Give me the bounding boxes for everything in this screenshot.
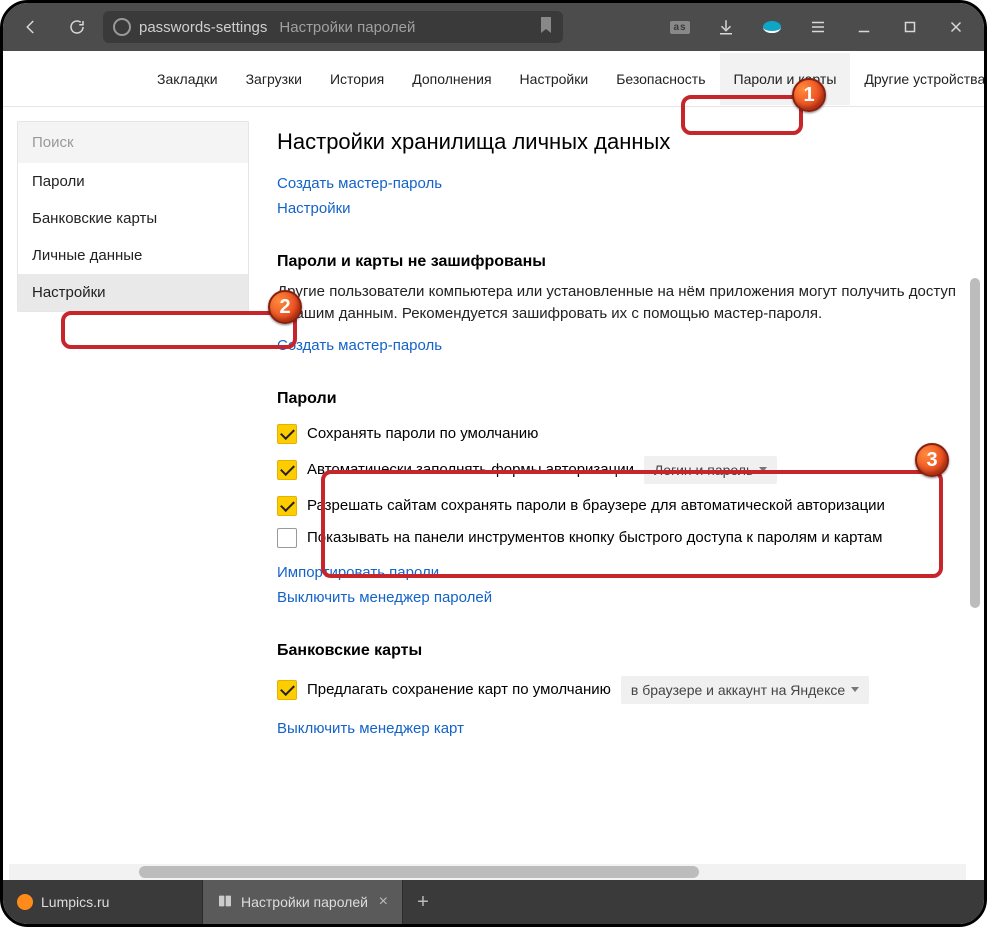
site-favicon-icon (113, 18, 131, 36)
tab-title: Lumpics.ru (41, 894, 109, 910)
topnav-bookmarks[interactable]: Закладки (143, 53, 232, 105)
link-settings[interactable]: Настройки (277, 200, 351, 217)
checkbox-offer-save-cards[interactable] (277, 680, 297, 700)
link-create-master-password-2[interactable]: Создать мастер-пароль (277, 337, 442, 354)
browser-tab-password-settings[interactable]: Настройки паролей × (203, 880, 403, 924)
link-import-passwords[interactable]: Импортировать пароли (277, 564, 439, 581)
lastfm-icon[interactable]: as (660, 7, 700, 47)
label-show-toolbar-button: Показывать на панели инструментов кнопку… (307, 529, 882, 546)
section-passwords-title: Пароли (277, 390, 966, 408)
reload-button[interactable] (57, 7, 97, 47)
link-create-master-password[interactable]: Создать мастер-пароль (277, 175, 442, 192)
browser-tabstrip: Lumpics.ru Настройки паролей × + (3, 880, 984, 924)
link-disable-card-manager[interactable]: Выключить менеджер карт (277, 720, 464, 737)
topnav-addons[interactable]: Дополнения (398, 53, 505, 105)
topnav-other-devices[interactable]: Другие устройства (850, 53, 987, 105)
maximize-button[interactable] (890, 7, 930, 47)
downloads-button[interactable] (706, 7, 746, 47)
topnav-history[interactable]: История (316, 53, 398, 105)
sidebar-item-passwords[interactable]: Пароли (18, 163, 248, 200)
label-autofill: Автоматически заполнять формы авторизаци… (307, 461, 634, 478)
topnav-downloads[interactable]: Загрузки (232, 53, 316, 105)
menu-button[interactable] (798, 7, 838, 47)
tab-close-icon[interactable]: × (379, 893, 388, 911)
checkbox-allow-sites[interactable] (277, 496, 297, 516)
label-allow-sites: Разрешать сайтам сохранять пароли в брау… (307, 497, 885, 514)
main-content: Настройки хранилища личных данных Создат… (249, 107, 984, 880)
back-button[interactable] (11, 7, 51, 47)
sidebar-item-personal-data[interactable]: Личные данные (18, 237, 248, 274)
section-unencrypted-title: Пароли и карты не зашифрованы (277, 253, 966, 271)
topnav-passwords-cards[interactable]: Пароли и карты (720, 53, 851, 105)
horizontal-scrollbar[interactable] (9, 864, 966, 880)
link-disable-password-manager[interactable]: Выключить менеджер паролей (277, 589, 492, 606)
tab-favicon-icon (17, 894, 33, 910)
vertical-scrollbar[interactable] (970, 53, 980, 822)
annotation-badge-2: 2 (268, 290, 302, 324)
browser-toolbar: passwords-settings Настройки паролей as (3, 3, 984, 51)
address-bar[interactable]: passwords-settings Настройки паролей (103, 11, 563, 43)
checkbox-autofill[interactable] (277, 460, 297, 480)
checkbox-show-toolbar-button[interactable] (277, 528, 297, 548)
bookmark-icon[interactable] (539, 17, 553, 38)
page-title: Настройки хранилища личных данных (277, 129, 966, 155)
close-window-button[interactable] (936, 7, 976, 47)
sidebar-item-settings[interactable]: Настройки (18, 274, 248, 311)
annotation-badge-1: 1 (792, 78, 826, 112)
sidebar: Поиск Пароли Банковские карты Личные дан… (3, 107, 249, 880)
tab-favicon-icon (217, 893, 233, 912)
new-tab-button[interactable]: + (403, 880, 443, 924)
settings-topnav: Закладки Загрузки История Дополнения Нас… (3, 51, 984, 107)
section-cards-title: Банковские карты (277, 642, 966, 660)
dropdown-autofill-mode[interactable]: Логин и пароль (644, 456, 777, 484)
tab-title: Настройки паролей (241, 894, 368, 910)
topnav-settings[interactable]: Настройки (506, 53, 603, 105)
url-text-2: Настройки паролей (279, 19, 415, 36)
section-unencrypted-desc: Другие пользователи компьютера или устан… (277, 281, 966, 325)
browser-tab-lumpics[interactable]: Lumpics.ru (3, 880, 203, 924)
sidebar-search-input[interactable]: Поиск (18, 122, 248, 163)
label-offer-save-cards: Предлагать сохранение карт по умолчанию (307, 681, 611, 698)
dropdown-card-storage[interactable]: в браузере и аккаунт на Яндексе (621, 676, 869, 704)
url-text-1: passwords-settings (139, 19, 267, 36)
minimize-button[interactable] (844, 7, 884, 47)
topnav-security[interactable]: Безопасность (602, 53, 719, 105)
sidebar-item-bank-cards[interactable]: Банковские карты (18, 200, 248, 237)
weather-icon[interactable] (752, 7, 792, 47)
annotation-badge-3: 3 (915, 443, 949, 477)
checkbox-save-passwords[interactable] (277, 424, 297, 444)
label-save-passwords: Сохранять пароли по умолчанию (307, 425, 538, 442)
